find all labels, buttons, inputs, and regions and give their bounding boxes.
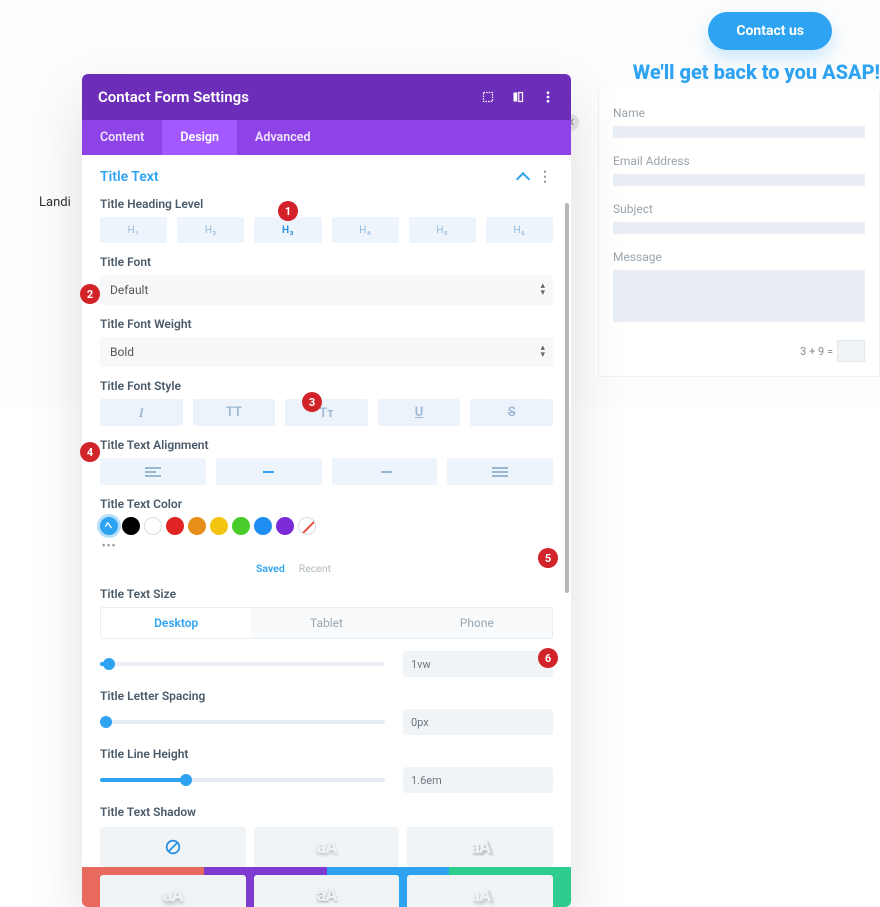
color-tab-saved[interactable]: Saved [256, 562, 285, 575]
label-size: Title Text Size [100, 587, 553, 601]
more-icon[interactable] [541, 90, 555, 104]
letter-spacing-slider[interactable] [100, 720, 385, 724]
label-color: Title Text Color [100, 497, 553, 511]
annotation-2: 2 [80, 284, 100, 304]
letter-spacing-value-input[interactable]: 0px [403, 709, 553, 735]
modal-title: Contact Form Settings [98, 88, 249, 106]
font-value: Default [110, 283, 148, 297]
underline-button[interactable]: U [378, 399, 461, 426]
shadow-none-button[interactable] [100, 827, 246, 867]
heading-level-row: H₁ H₂ H₃ H₄ H₅ H₆ [100, 217, 553, 243]
size-slider[interactable] [100, 662, 385, 666]
scrollbar[interactable] [565, 203, 569, 593]
label-line-height: Title Line Height [100, 747, 553, 761]
device-desktop-button[interactable]: Desktop [101, 608, 251, 638]
swatch-green[interactable] [232, 517, 250, 535]
field-input-message[interactable] [613, 270, 865, 322]
label-letter-spacing: Title Letter Spacing [100, 689, 553, 703]
shadow-preset-2[interactable]: aA [407, 827, 553, 867]
size-value-input[interactable]: 1vw [403, 651, 553, 677]
shadow-preset-5[interactable]: aA [407, 875, 553, 907]
field-label-subject: Subject [613, 192, 865, 222]
swatch-white[interactable] [144, 517, 162, 535]
headline-text: We'll get back to you ASAP! [633, 60, 880, 84]
annotation-5: 5 [538, 548, 558, 568]
tab-content[interactable]: Content [82, 120, 162, 155]
h5-button[interactable]: H₅ [409, 217, 476, 243]
field-input-name[interactable] [613, 126, 865, 138]
modal-body: Title Text ⋮ Title Heading Level H₁ H₂ H… [82, 155, 571, 867]
columns-icon[interactable] [511, 90, 525, 104]
captcha-text: 3 + 9 = [800, 345, 833, 358]
label-heading-level: Title Heading Level [100, 197, 553, 211]
device-tablet-button[interactable]: Tablet [251, 608, 401, 638]
more-swatches-icon[interactable]: ••• [100, 539, 118, 552]
swatch-blue[interactable] [254, 517, 272, 535]
field-label-email: Email Address [613, 144, 865, 174]
swatch-red[interactable] [166, 517, 184, 535]
label-weight: Title Font Weight [100, 317, 553, 331]
captcha-input[interactable] [837, 340, 865, 362]
label-align: Title Text Alignment [100, 438, 553, 452]
shadow-preset-1[interactable]: aA [254, 827, 400, 867]
label-font: Title Font [100, 255, 553, 269]
uppercase-button[interactable]: TT [193, 399, 276, 426]
section-label: Title Text [100, 169, 159, 185]
font-select[interactable]: Default ▴▾ [100, 275, 553, 305]
align-center-button[interactable] [216, 458, 322, 485]
tab-design[interactable]: Design [162, 120, 237, 155]
italic-button[interactable]: I [100, 399, 183, 426]
shadow-preset-4[interactable]: aA [254, 875, 400, 907]
tab-bar: Content Design Advanced [82, 120, 571, 155]
label-shadow: Title Text Shadow [100, 805, 553, 819]
background-text: Landi [39, 195, 71, 210]
weight-select[interactable]: Bold ▴▾ [100, 337, 553, 367]
h1-button[interactable]: H₁ [100, 217, 167, 243]
weight-value: Bold [110, 345, 134, 359]
field-label-message: Message [613, 240, 865, 270]
h2-button[interactable]: H₂ [177, 217, 244, 243]
swatch-none[interactable] [298, 517, 316, 535]
line-height-slider[interactable] [100, 778, 385, 782]
annotation-4: 4 [80, 442, 100, 462]
swatch-purple[interactable] [276, 517, 294, 535]
device-phone-button[interactable]: Phone [402, 608, 552, 638]
field-input-email[interactable] [613, 174, 865, 186]
settings-modal: Contact Form Settings Content Design Adv… [82, 74, 571, 907]
color-swatch-row [100, 517, 553, 535]
section-title-text[interactable]: Title Text ⋮ [100, 169, 553, 185]
align-left-button[interactable] [100, 458, 206, 485]
expand-icon[interactable] [481, 90, 495, 104]
swatch-black[interactable] [122, 517, 140, 535]
align-justify-button[interactable] [447, 458, 553, 485]
color-tab-recent[interactable]: Recent [299, 562, 331, 575]
swatch-orange[interactable] [188, 517, 206, 535]
collapse-icon[interactable] [516, 171, 530, 185]
modal-header: Contact Form Settings Content Design Adv… [82, 74, 571, 155]
annotation-6: 6 [538, 648, 558, 668]
field-input-subject[interactable] [613, 222, 865, 234]
annotation-1: 1 [278, 201, 298, 221]
tab-advanced[interactable]: Advanced [237, 120, 329, 155]
h6-button[interactable]: H₆ [486, 217, 553, 243]
smallcaps-button[interactable]: Tᴛ [285, 399, 368, 426]
swatch-yellow[interactable] [210, 517, 228, 535]
section-more-icon[interactable]: ⋮ [538, 169, 553, 185]
shadow-preset-3[interactable]: aA [100, 875, 246, 907]
label-style: Title Font Style [100, 379, 553, 393]
h4-button[interactable]: H₄ [332, 217, 399, 243]
annotation-3: 3 [302, 392, 322, 412]
line-height-value-input[interactable]: 1.6em [403, 767, 553, 793]
contact-form-preview: Name Email Address Subject Message 3 + 9… [598, 90, 880, 377]
align-right-button[interactable] [332, 458, 438, 485]
field-label-name: Name [613, 96, 865, 126]
contact-us-button[interactable]: Contact us [708, 12, 832, 50]
swatch-active[interactable] [100, 517, 118, 535]
strike-button[interactable]: S [470, 399, 553, 426]
